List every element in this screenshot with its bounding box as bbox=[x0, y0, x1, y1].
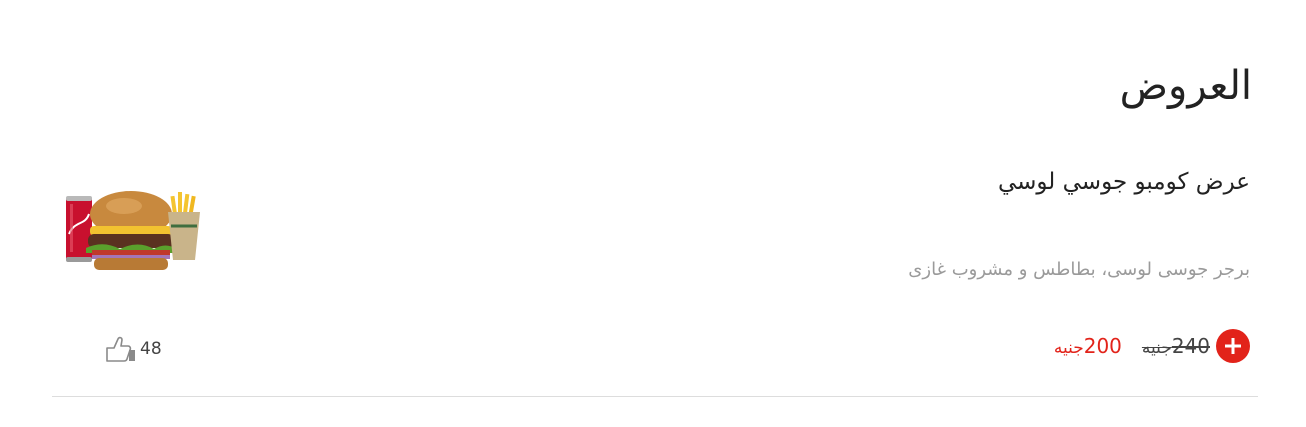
item-name[interactable]: عرض كومبو جوسي لوسي bbox=[998, 166, 1250, 198]
new-price: 200 جنيه bbox=[1054, 334, 1122, 358]
old-price-value: 240 bbox=[1171, 334, 1210, 358]
section-title: العروض bbox=[1119, 63, 1252, 109]
thumbs-up-icon bbox=[106, 336, 135, 362]
new-price-value: 200 bbox=[1083, 334, 1122, 358]
price-row: 240 جنيه 200 جنيه bbox=[1054, 329, 1250, 363]
burger bbox=[86, 191, 176, 270]
like-button[interactable]: 48 bbox=[104, 334, 162, 364]
old-price-currency: جنيه bbox=[1141, 338, 1172, 358]
item-description: برجر جوسى لوسى، بطاطس و مشروب غازى bbox=[908, 259, 1250, 280]
combo-meal-image[interactable] bbox=[58, 186, 208, 276]
new-price-currency: جنيه bbox=[1053, 338, 1084, 358]
like-count: 48 bbox=[140, 339, 162, 359]
add-to-cart-button[interactable] bbox=[1216, 329, 1250, 363]
fries bbox=[168, 192, 200, 260]
item-divider bbox=[52, 396, 1258, 397]
plus-icon bbox=[1225, 338, 1241, 354]
old-price: 240 جنيه bbox=[1142, 334, 1210, 358]
offers-page: العروض عرض كومبو جوسي لوسي برجر جوسى لوس… bbox=[0, 0, 1306, 427]
